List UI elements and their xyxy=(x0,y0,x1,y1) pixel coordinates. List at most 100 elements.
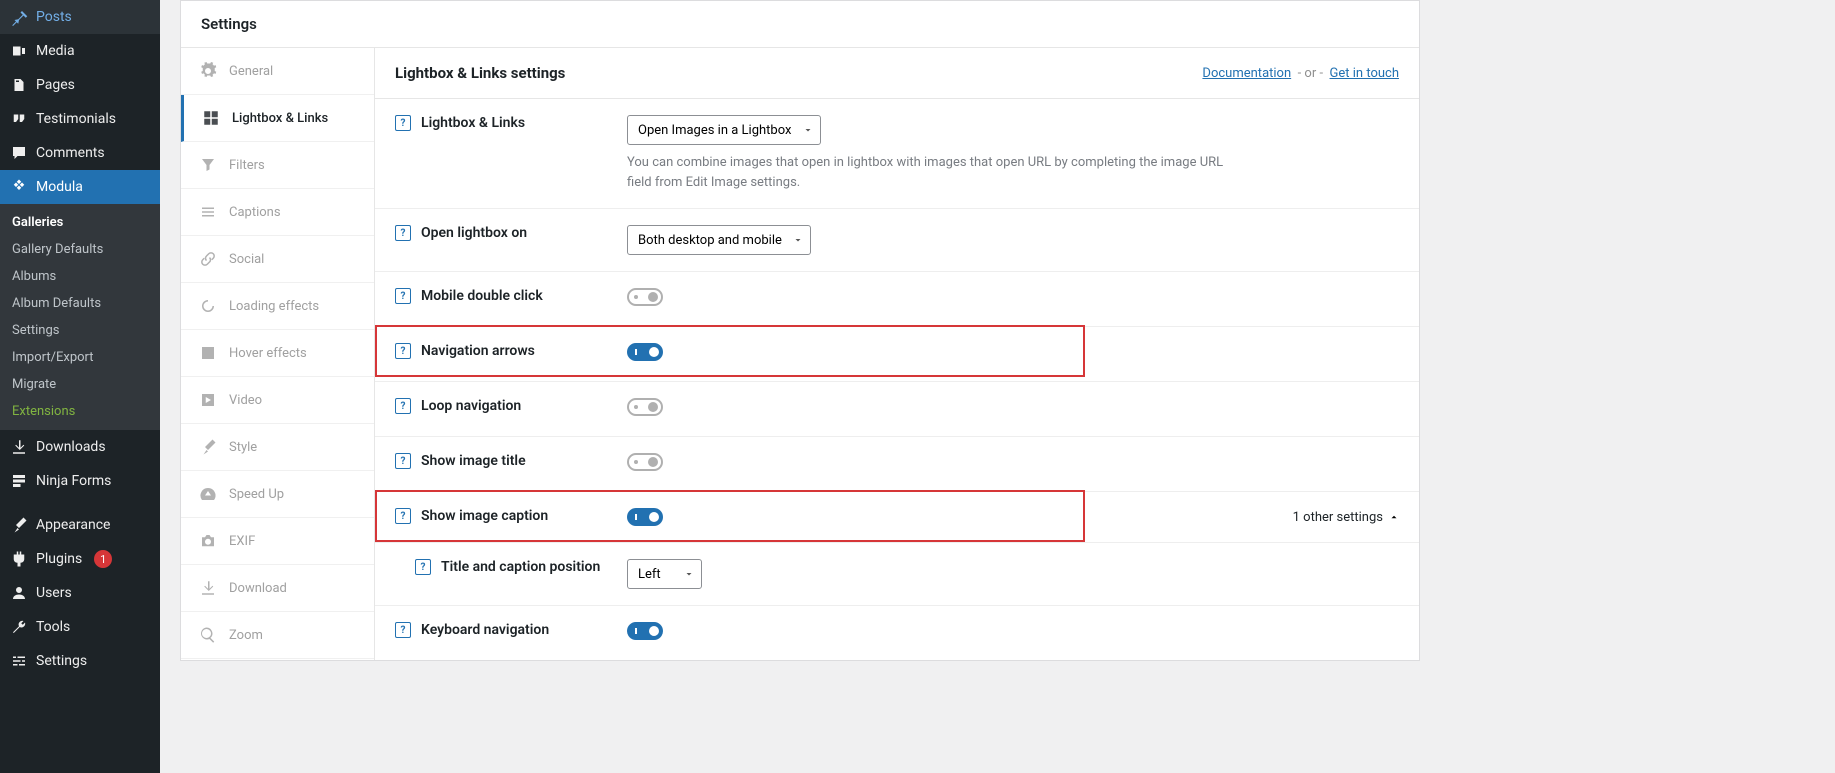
sidebar-item-downloads[interactable]: Downloads xyxy=(0,430,160,464)
tab-hover-effects[interactable]: Hover effects xyxy=(181,330,374,377)
sidebar-item-pages[interactable]: Pages xyxy=(0,68,160,102)
tab-label: Captions xyxy=(229,205,281,220)
refresh-icon xyxy=(199,297,217,315)
tab-captions[interactable]: Captions xyxy=(181,189,374,236)
settings-tabs: General Lightbox & Links Filters Caption… xyxy=(181,48,375,660)
pin-icon xyxy=(10,8,28,26)
field-label: Title and caption position xyxy=(441,559,600,575)
keyboard-navigation-toggle[interactable] xyxy=(627,622,663,640)
contact-link[interactable]: Get in touch xyxy=(1330,66,1399,81)
tab-social[interactable]: Social xyxy=(181,236,374,283)
sidebar-item-users[interactable]: Users xyxy=(0,576,160,610)
paint-icon xyxy=(199,438,217,456)
row-open-lightbox-on: ?Open lightbox on Both desktop and mobil… xyxy=(375,209,1419,272)
sidebar-sub-migrate[interactable]: Migrate xyxy=(0,371,160,398)
sidebar-item-settings[interactable]: Settings xyxy=(0,644,160,678)
other-settings-toggle[interactable]: 1 other settings xyxy=(1293,510,1399,525)
sidebar-sub-extensions[interactable]: Extensions xyxy=(0,398,160,425)
tab-label: Lightbox & Links xyxy=(232,111,328,126)
tab-loading-effects[interactable]: Loading effects xyxy=(181,283,374,330)
help-icon[interactable]: ? xyxy=(395,398,411,414)
tab-label: Video xyxy=(229,393,262,408)
sidebar-item-posts[interactable]: Posts xyxy=(0,0,160,34)
sidebar-label: Posts xyxy=(36,9,72,25)
navigation-arrows-toggle[interactable] xyxy=(627,343,663,361)
sidebar-sub-albums[interactable]: Albums xyxy=(0,263,160,290)
lightbox-links-select[interactable]: Open Images in a Lightbox xyxy=(627,115,821,145)
tab-content: Lightbox & Links settings Documentation … xyxy=(375,48,1419,660)
tab-filters[interactable]: Filters xyxy=(181,142,374,189)
quote-icon xyxy=(10,110,28,128)
sidebar-label: Pages xyxy=(36,77,75,93)
sidebar-label: Modula xyxy=(36,179,83,195)
sidebar-item-testimonials[interactable]: Testimonials xyxy=(0,102,160,136)
sidebar-item-plugins[interactable]: Plugins1 xyxy=(0,542,160,576)
tab-label: Style xyxy=(229,440,257,455)
show-caption-toggle[interactable] xyxy=(627,508,663,526)
tab-label: EXIF xyxy=(229,534,255,549)
tab-speed-up[interactable]: Speed Up xyxy=(181,471,374,518)
tab-video[interactable]: Video xyxy=(181,377,374,424)
sidebar-item-ninja-forms[interactable]: Ninja Forms xyxy=(0,464,160,498)
help-icon[interactable]: ? xyxy=(395,622,411,638)
documentation-link[interactable]: Documentation xyxy=(1202,66,1291,81)
tab-download[interactable]: Download xyxy=(181,565,374,612)
link-icon xyxy=(199,250,217,268)
tab-label: Loading effects xyxy=(229,299,319,314)
tab-label: Speed Up xyxy=(229,487,284,502)
sidebar-item-comments[interactable]: Comments xyxy=(0,136,160,170)
sidebar-item-appearance[interactable]: Appearance xyxy=(0,508,160,542)
sidebar-item-tools[interactable]: Tools xyxy=(0,610,160,644)
field-label: Show image title xyxy=(421,453,526,469)
help-icon[interactable]: ? xyxy=(415,559,431,575)
sidebar-sub-settings[interactable]: Settings xyxy=(0,317,160,344)
filter-icon xyxy=(199,156,217,174)
help-icon[interactable]: ? xyxy=(395,288,411,304)
sliders-icon xyxy=(10,652,28,670)
field-label: Navigation arrows xyxy=(421,343,535,359)
tab-general[interactable]: General xyxy=(181,48,374,95)
doc-links: Documentation - or - Get in touch xyxy=(1202,66,1399,81)
help-icon[interactable]: ? xyxy=(395,225,411,241)
help-icon[interactable]: ? xyxy=(395,343,411,359)
sidebar-sub-galleries[interactable]: Galleries xyxy=(0,209,160,236)
sidebar-label: Settings xyxy=(36,653,87,669)
sidebar-label: Downloads xyxy=(36,439,106,455)
user-icon xyxy=(10,584,28,602)
sidebar-sub-import-export[interactable]: Import/Export xyxy=(0,344,160,371)
sidebar-sub-album-defaults[interactable]: Album Defaults xyxy=(0,290,160,317)
open-lightbox-select[interactable]: Both desktop and mobile xyxy=(627,225,811,255)
sidebar-item-modula[interactable]: Modula xyxy=(0,170,160,204)
tab-lightbox-links[interactable]: Lightbox & Links xyxy=(181,95,374,142)
download-tab-icon xyxy=(199,579,217,597)
sidebar-label: Tools xyxy=(36,619,70,635)
sidebar-label: Users xyxy=(36,585,72,601)
field-label: Loop navigation xyxy=(421,398,521,414)
wrench-icon xyxy=(10,618,28,636)
title-position-select[interactable]: Left xyxy=(627,559,702,589)
tab-style[interactable]: Style xyxy=(181,424,374,471)
mobile-double-click-toggle[interactable] xyxy=(627,288,663,306)
settings-panel: Settings General Lightbox & Links Filter… xyxy=(180,0,1420,661)
sidebar-sub-gallery-defaults[interactable]: Gallery Defaults xyxy=(0,236,160,263)
field-label: Keyboard navigation xyxy=(421,622,549,638)
help-icon[interactable]: ? xyxy=(395,508,411,524)
sidebar-label: Media xyxy=(36,43,75,59)
content-header: Lightbox & Links settings Documentation … xyxy=(375,48,1419,99)
sidebar-item-media[interactable]: Media xyxy=(0,34,160,68)
tab-zoom[interactable]: Zoom xyxy=(181,612,374,659)
download-icon xyxy=(10,438,28,456)
help-icon[interactable]: ? xyxy=(395,115,411,131)
field-description: You can combine images that open in ligh… xyxy=(627,153,1247,192)
loop-navigation-toggle[interactable] xyxy=(627,398,663,416)
sidebar-label: Comments xyxy=(36,145,105,161)
show-title-toggle[interactable] xyxy=(627,453,663,471)
tab-exif[interactable]: EXIF xyxy=(181,518,374,565)
tab-label: Social xyxy=(229,252,264,267)
main-content: Settings General Lightbox & Links Filter… xyxy=(160,0,1440,773)
row-show-image-title: ? Show image title xyxy=(375,437,1419,492)
help-icon[interactable]: ? xyxy=(395,453,411,469)
row-lightbox-links: ?Lightbox & Links Open Images in a Light… xyxy=(375,99,1419,209)
plugin-icon xyxy=(10,550,28,568)
or-text: - or - xyxy=(1298,66,1323,81)
